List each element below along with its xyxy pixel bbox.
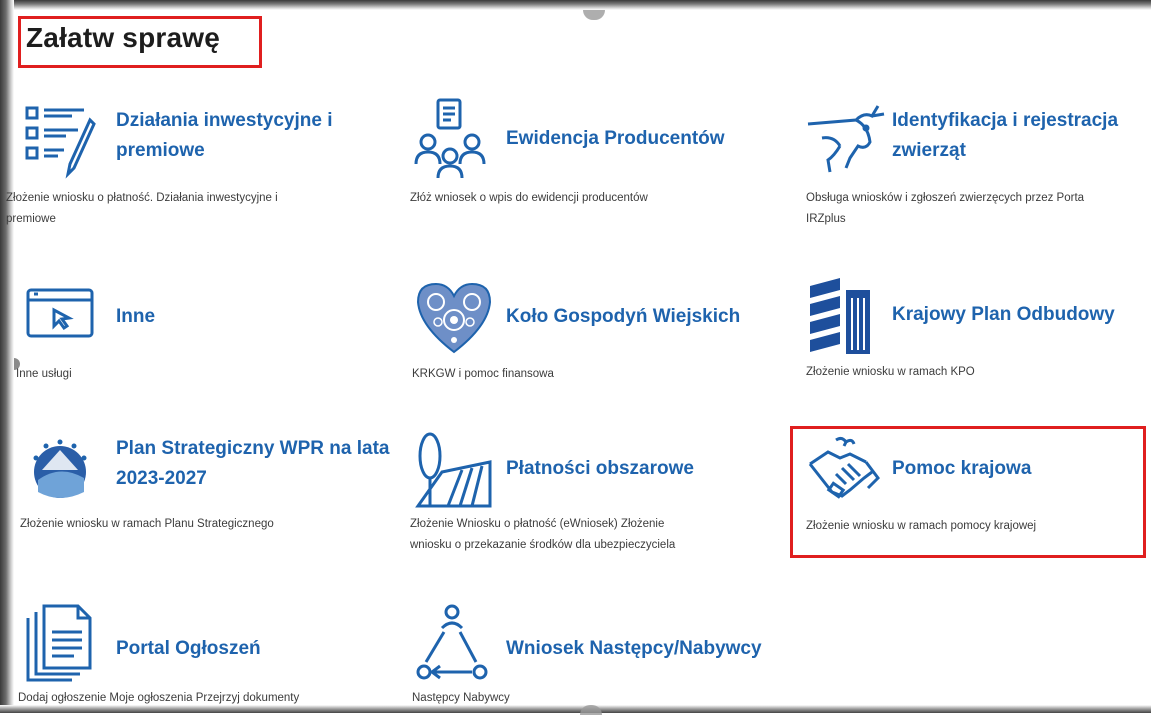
card-title[interactable]: Ewidencja Producentów bbox=[506, 124, 786, 154]
field-tree-icon bbox=[414, 430, 492, 508]
card-title-line[interactable]: 2023-2027 bbox=[116, 464, 406, 494]
card-description-line: KRKGW i pomoc finansowa bbox=[412, 368, 554, 380]
card-description-line: IRZplus bbox=[806, 213, 846, 225]
pomoc-krajowa-highlight-box bbox=[790, 426, 1146, 558]
card-title-line[interactable]: zwierząt bbox=[892, 136, 1151, 166]
card-description: Obsługa wniosków i zgłoszeń zwierzęcych … bbox=[806, 188, 1151, 230]
wpr-emblem-icon bbox=[24, 430, 102, 508]
kpo-building-icon bbox=[806, 276, 884, 354]
card-title[interactable]: Inne bbox=[116, 302, 316, 332]
frame-left-edge bbox=[0, 0, 14, 713]
card-platnosci-obszarowe[interactable]: Płatności obszarowe Złożenie Wniosku o p… bbox=[410, 430, 786, 570]
card-description-line: Złożenie wniosku w ramach KPO bbox=[806, 366, 975, 378]
card-description-line: wniosku o przekazanie środków dla ubezpi… bbox=[410, 539, 676, 551]
card-title-line[interactable]: Płatności obszarowe bbox=[506, 454, 786, 484]
title-highlight-box bbox=[18, 16, 262, 68]
card-inne[interactable]: Inne Inne usługi bbox=[16, 280, 394, 390]
card-identyfikacja-zwierzat[interactable]: Identyfikacja i rejestracja zwierząt Obs… bbox=[806, 102, 1151, 232]
checklist-pen-icon bbox=[24, 102, 102, 180]
card-title-line[interactable]: Wniosek Następcy/Nabywcy bbox=[506, 634, 786, 664]
card-description: Złóż wniosek o wpis do ewidencji produce… bbox=[410, 188, 770, 209]
card-title-line[interactable]: Portal Ogłoszeń bbox=[116, 634, 396, 664]
card-description-line: Złożenie wniosku w ramach Planu Strategi… bbox=[20, 518, 274, 530]
card-ewidencja-producentow[interactable]: Ewidencja Producentów Złóż wniosek o wpi… bbox=[410, 98, 786, 228]
frame-top-edge bbox=[0, 0, 1151, 10]
card-portal-ogloszen[interactable]: Portal Ogłoszeń Dodaj ogłoszenie Moje og… bbox=[18, 604, 396, 713]
card-title-line[interactable]: Identyfikacja i rejestracja bbox=[892, 106, 1151, 136]
card-title-line[interactable]: Krajowy Plan Odbudowy bbox=[892, 300, 1151, 330]
card-description: Złożenie Wniosku o płatność (eWniosek) Z… bbox=[410, 514, 780, 556]
card-title-line[interactable]: Koło Gospodyń Wiejskich bbox=[506, 302, 786, 332]
card-description: Następcy Nabywcy bbox=[412, 688, 712, 709]
card-title-line[interactable]: Ewidencja Producentów bbox=[506, 124, 786, 154]
card-dzialania-inwestycyjne[interactable]: Działania inwestycyjne i premiowe Złożen… bbox=[6, 102, 396, 232]
card-description: Złożenie wniosku o płatność. Działania i… bbox=[6, 188, 386, 230]
card-description: Złożenie wniosku w ramach Planu Strategi… bbox=[20, 514, 390, 535]
card-description-line: Dodaj ogłoszenie Moje ogłoszenia Przejrz… bbox=[18, 692, 300, 704]
card-description: Inne usługi bbox=[16, 364, 316, 385]
card-title[interactable]: Płatności obszarowe bbox=[506, 454, 786, 484]
card-title-line[interactable]: premiowe bbox=[116, 136, 396, 166]
card-title[interactable]: Działania inwestycyjne i premiowe bbox=[116, 106, 396, 166]
card-title-line[interactable]: Działania inwestycyjne i bbox=[116, 106, 396, 136]
person-cycle-icon bbox=[414, 604, 492, 682]
card-title[interactable]: Identyfikacja i rejestracja zwierząt bbox=[892, 106, 1151, 166]
cow-icon bbox=[806, 102, 885, 180]
card-title[interactable]: Portal Ogłoszeń bbox=[116, 634, 396, 664]
monitor-cursor-icon bbox=[24, 280, 102, 358]
documents-stack-icon bbox=[26, 604, 104, 682]
card-description-line: Złożenie wniosku o płatność. Działania i… bbox=[6, 192, 278, 204]
card-plan-strategiczny-wpr[interactable]: Plan Strategiczny WPR na lata 2023-2027 … bbox=[20, 430, 394, 550]
people-document-icon bbox=[414, 98, 492, 179]
card-description-line: Następcy Nabywcy bbox=[412, 692, 510, 704]
card-description: Złożenie wniosku w ramach KPO bbox=[806, 362, 1106, 383]
card-title-line[interactable]: Inne bbox=[116, 302, 316, 332]
card-description-line: Obsługa wniosków i zgłoszeń zwierzęcych … bbox=[806, 192, 1085, 204]
card-wniosek-nastepcy-nabywcy[interactable]: Wniosek Następcy/Nabywcy Następcy Nabywc… bbox=[412, 604, 786, 713]
folk-heart-icon bbox=[414, 278, 492, 356]
card-description: Dodaj ogłoszenie Moje ogłoszenia Przejrz… bbox=[18, 688, 398, 709]
card-description-line: premiowe bbox=[6, 213, 56, 225]
card-title[interactable]: Wniosek Następcy/Nabywcy bbox=[506, 634, 786, 664]
card-description-line: Złóż wniosek o wpis do ewidencji produce… bbox=[410, 192, 648, 204]
card-krajowy-plan-odbudowy[interactable]: Krajowy Plan Odbudowy Złożenie wniosku w… bbox=[806, 276, 1151, 386]
card-description-line: Inne usługi bbox=[16, 368, 72, 380]
card-title[interactable]: Koło Gospodyń Wiejskich bbox=[506, 302, 786, 332]
card-kolo-gospodyn-wiejskich[interactable]: Koło Gospodyń Wiejskich KRKGW i pomoc fi… bbox=[412, 278, 786, 388]
card-title[interactable]: Krajowy Plan Odbudowy bbox=[892, 300, 1151, 330]
card-title-line[interactable]: Plan Strategiczny WPR na lata bbox=[116, 434, 406, 464]
card-description: KRKGW i pomoc finansowa bbox=[412, 364, 712, 385]
scroll-indicator-top bbox=[583, 10, 605, 20]
card-title[interactable]: Plan Strategiczny WPR na lata 2023-2027 bbox=[116, 434, 406, 494]
card-description-line: Złożenie Wniosku o płatność (eWniosek) Z… bbox=[410, 518, 665, 530]
